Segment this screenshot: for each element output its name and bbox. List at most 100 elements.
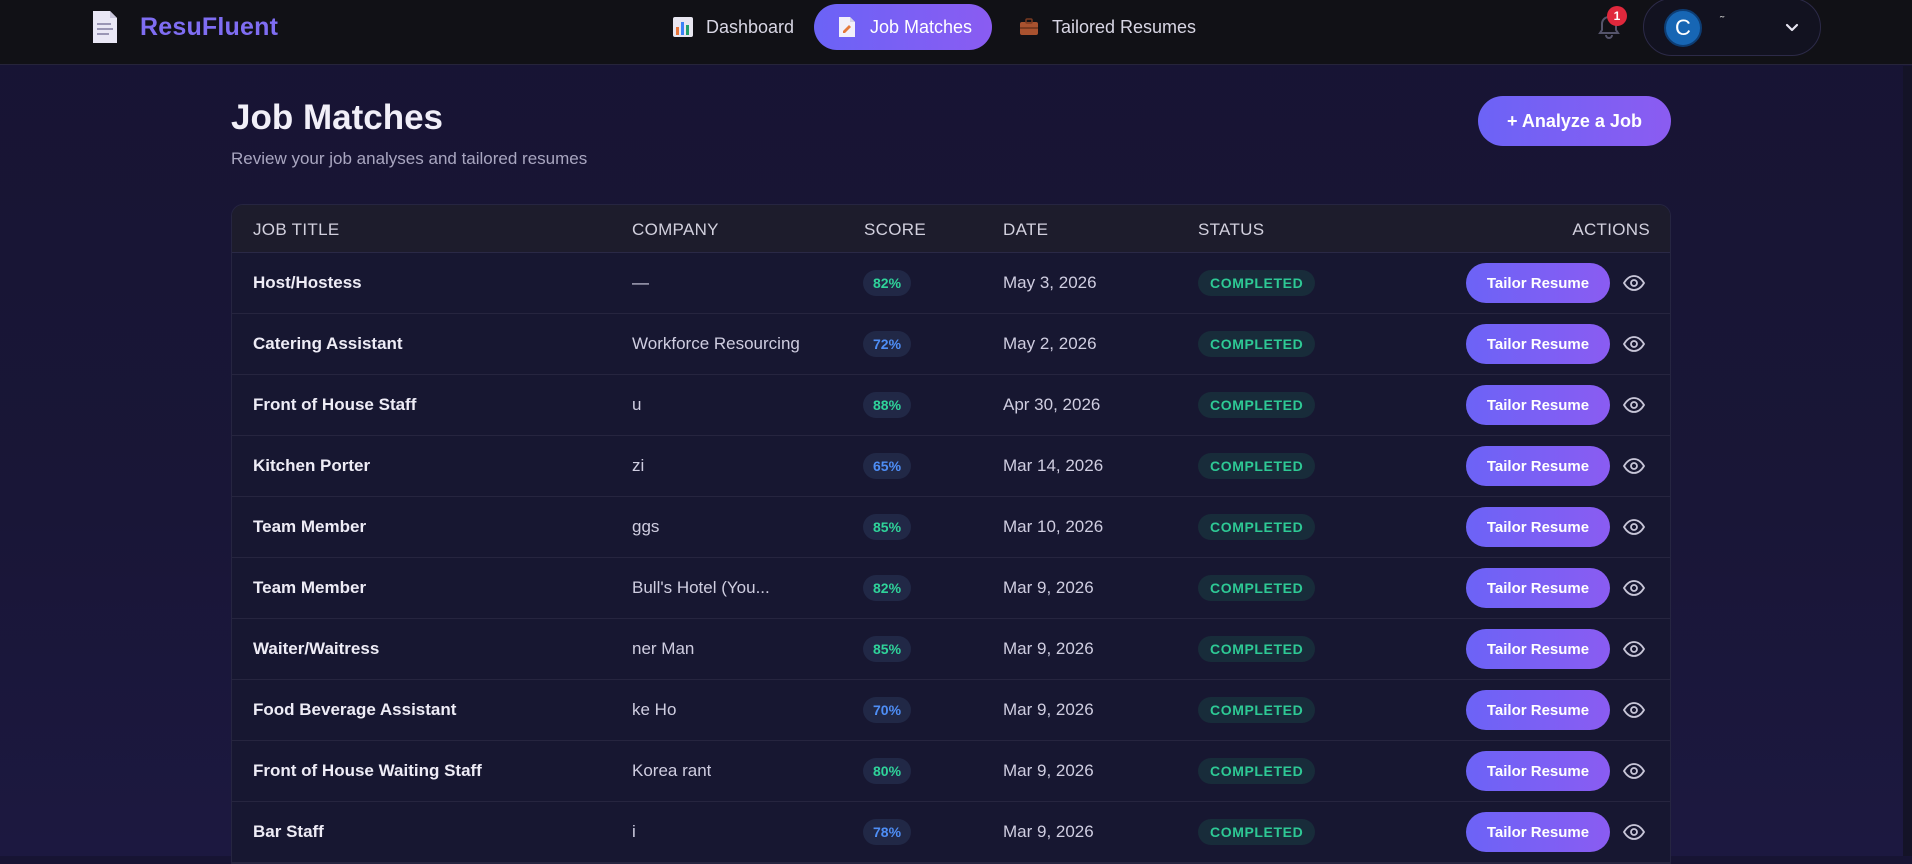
analyze-job-button[interactable]: + Analyze a Job [1478, 96, 1671, 146]
job-title[interactable]: Catering Assistant [253, 334, 403, 354]
company-name: zi [632, 456, 645, 475]
briefcase-icon [1020, 18, 1038, 35]
analysis-date: Mar 9, 2026 [1003, 822, 1094, 841]
analysis-date: Mar 9, 2026 [1003, 639, 1094, 658]
company-name: ke Ho [632, 700, 677, 719]
table-row: Team Member ggs 85% Mar 10, 2026 COMPLETED Ta… [232, 497, 1670, 558]
eye-icon[interactable] [1623, 700, 1645, 720]
user-name: ˜ [1720, 13, 1725, 28]
analysis-date: Mar 10, 2026 [1003, 517, 1104, 536]
company-name: Workforce Resourcing [632, 334, 800, 353]
company-name: i [632, 822, 636, 841]
page-scrollbar[interactable] [1903, 66, 1912, 856]
eye-icon[interactable] [1623, 517, 1645, 537]
page-subtitle: Review your job analyses and tailored re… [231, 149, 588, 168]
status-badge: COMPLETED [1198, 331, 1316, 357]
eye-icon[interactable] [1623, 822, 1645, 842]
eye-icon[interactable] [1623, 639, 1645, 659]
tailor-resume-button[interactable]: Tailor Resume [1466, 629, 1610, 669]
tailor-resume-button[interactable]: Tailor Resume [1466, 507, 1610, 547]
eye-icon[interactable] [1623, 395, 1645, 415]
user-menu[interactable]: C ˜ [1643, 0, 1821, 56]
table-row: Front of House Staff u 88% Apr 30, 2026 COMP… [232, 375, 1670, 436]
avatar: C [1664, 9, 1702, 47]
header-score: SCORE [864, 220, 926, 239]
status-badge: COMPLETED [1198, 392, 1316, 418]
table-row: Kitchen Porter zi 65% Mar 14, 2026 COMPLETED… [232, 436, 1670, 497]
resume-document-icon [93, 11, 117, 43]
tailor-resume-button[interactable]: Tailor Resume [1466, 690, 1610, 730]
score-badge: 78% [863, 819, 912, 845]
tailor-resume-button[interactable]: Tailor Resume [1466, 751, 1610, 791]
eye-icon[interactable] [1623, 456, 1645, 476]
eye-icon[interactable] [1623, 273, 1645, 293]
status-badge: COMPLETED [1198, 819, 1316, 845]
app-name: ResuFluent [140, 12, 279, 41]
job-title[interactable]: Host/Hostess [253, 273, 362, 293]
tailor-resume-button[interactable]: Tailor Resume [1466, 568, 1610, 608]
status-badge: COMPLETED [1198, 270, 1316, 296]
tailor-resume-button[interactable]: Tailor Resume [1466, 263, 1610, 303]
job-title[interactable]: Team Member [253, 578, 366, 598]
header-company: COMPANY [632, 220, 719, 239]
score-badge: 70% [863, 697, 912, 723]
top-navigation-bar: ResuFluent Dashboard Job Matches Tailore… [0, 0, 1912, 65]
page-title: Job Matches [231, 98, 443, 137]
analysis-date: May 3, 2026 [1003, 273, 1097, 292]
nav-job-matches[interactable]: Job Matches [814, 4, 993, 50]
score-badge: 80% [863, 758, 912, 784]
brand-logo[interactable]: ResuFluent [91, 9, 278, 45]
nav-tailored-resumes-label: Tailored Resumes [1052, 16, 1197, 37]
analysis-date: Mar 9, 2026 [1003, 578, 1094, 597]
job-title[interactable]: Front of House Waiting Staff [253, 761, 482, 781]
analysis-date: Mar 9, 2026 [1003, 700, 1094, 719]
nav-dashboard-label: Dashboard [706, 16, 795, 37]
company-name: Bull's Hotel (You... [632, 578, 770, 597]
job-title[interactable]: Food Beverage Assistant [253, 700, 456, 720]
tailor-resume-button[interactable]: Tailor Resume [1466, 385, 1610, 425]
analysis-date: Mar 14, 2026 [1003, 456, 1104, 475]
company-name: u [632, 395, 642, 414]
nav-dashboard[interactable]: Dashboard [668, 4, 798, 50]
job-title[interactable]: Team Member [253, 517, 366, 537]
table-row: Catering Assistant Workforce Resourcing 72… [232, 314, 1670, 375]
notification-count-badge: 1 [1607, 6, 1627, 26]
eye-icon[interactable] [1623, 761, 1645, 781]
job-matches-table: JOB TITLE COMPANY SCORE DATE STATUS ACTI… [231, 204, 1671, 864]
nav-job-matches-label: Job Matches [870, 16, 973, 37]
status-badge: COMPLETED [1198, 636, 1316, 662]
nav-tailored-resumes[interactable]: Tailored Resumes [1014, 4, 1200, 50]
score-badge: 72% [863, 331, 912, 357]
status-badge: COMPLETED [1198, 453, 1316, 479]
score-badge: 82% [863, 270, 912, 296]
score-badge: 85% [863, 636, 912, 662]
analysis-date: May 2, 2026 [1003, 334, 1097, 353]
eye-icon[interactable] [1623, 578, 1645, 598]
score-badge: 88% [863, 392, 912, 418]
table-row: Front of House Waiting Staff Korea rant 80… [232, 741, 1670, 802]
eye-icon[interactable] [1623, 334, 1645, 354]
header-actions: ACTIONS [1572, 220, 1650, 239]
job-title[interactable]: Front of House Staff [253, 395, 416, 415]
job-title[interactable]: Kitchen Porter [253, 456, 370, 476]
tailor-resume-button[interactable]: Tailor Resume [1466, 446, 1610, 486]
status-badge: COMPLETED [1198, 514, 1316, 540]
score-badge: 85% [863, 514, 912, 540]
analysis-date: Apr 30, 2026 [1003, 395, 1101, 414]
score-badge: 82% [863, 575, 912, 601]
score-badge: 65% [863, 453, 912, 479]
tailor-resume-button[interactable]: Tailor Resume [1466, 324, 1610, 364]
company-name: ggs [632, 517, 660, 536]
table-header: JOB TITLE COMPANY SCORE DATE STATUS ACTI… [232, 205, 1670, 253]
table-row: Food Beverage Assistant ke Ho 70% Mar 9, 20… [232, 680, 1670, 741]
company-name: — [632, 273, 649, 292]
job-title[interactable]: Bar Staff [253, 822, 324, 842]
header-status: STATUS [1198, 220, 1265, 239]
document-icon [839, 17, 855, 37]
tailor-resume-button[interactable]: Tailor Resume [1466, 812, 1610, 852]
job-title[interactable]: Waiter/Waitress [253, 639, 379, 659]
company-name: Korea rant [632, 761, 712, 780]
table-row: Team Member Bull's Hotel (You... 82% Mar 9,… [232, 558, 1670, 619]
table-row: Host/Hostess — 82% May 3, 2026 COMPLETED Tail… [232, 253, 1670, 314]
bar-chart-icon [673, 17, 693, 37]
